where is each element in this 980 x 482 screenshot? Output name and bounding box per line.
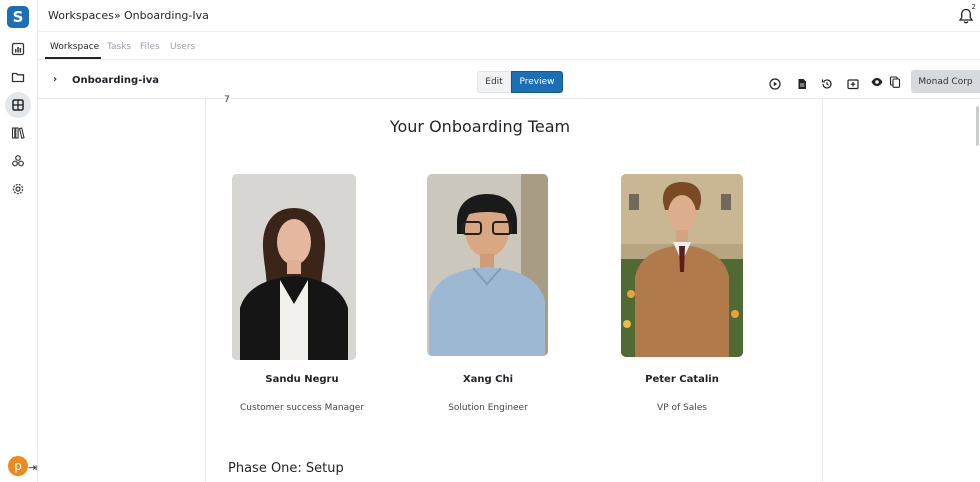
active-tab-indicator [45,57,101,59]
settings-icon[interactable] [8,179,28,199]
play-icon[interactable] [769,75,781,90]
preview-button[interactable]: Preview [511,71,563,93]
components-icon[interactable] [8,151,28,171]
team-heading: Your Onboarding Team [389,117,571,136]
tab-workspace[interactable]: Workspace [50,42,99,52]
member-photo-sandu [232,174,356,360]
member-name: Xang Chi [462,374,514,385]
tab-tasks[interactable]: Tasks [107,42,131,52]
organization-button[interactable]: Monad Corp [911,70,980,93]
document-icon[interactable] [796,75,808,89]
member-photo-peter [621,174,743,357]
breadcrumb-current: Onboarding-Iva [124,9,209,22]
app-logo[interactable]: S [7,6,29,28]
library-icon[interactable] [8,123,28,143]
member-role: Customer success Manager [239,403,365,413]
user-avatar[interactable]: p [8,456,28,476]
tab-files[interactable]: Files [140,42,160,52]
member-role: Solution Engineer [448,403,528,413]
phase-heading: Phase One: Setup [228,461,344,476]
vertical-scrollbar[interactable] [976,106,979,146]
breadcrumb-workspaces[interactable]: Workspaces [48,9,114,22]
breadcrumb-separator: » [114,9,121,22]
document-toolbar: › Onboarding-iva Edit Preview Monad Corp [38,61,980,99]
member-name: Peter Catalin [645,374,719,385]
add-page-icon[interactable] [847,75,859,90]
copy-icon[interactable] [889,73,901,88]
member-role: VP of Sales [657,403,707,413]
expand-chevron-icon[interactable]: › [53,74,57,85]
workspace-icon[interactable] [5,92,31,118]
collapse-sidebar-icon[interactable]: ⇥ [28,461,37,474]
stray-text-mark: 7 [224,95,230,105]
member-name: Sandu Negru [265,374,339,385]
folder-icon[interactable] [8,67,28,87]
left-sidebar: S p ⇥ [0,0,38,482]
document-page: 7 Your Onboarding Team Sandu Negru Custo… [205,95,823,482]
notification-count-badge: 2 [971,3,976,11]
edit-button[interactable]: Edit [477,71,511,93]
member-photo-xang [427,174,548,356]
dashboard-icon[interactable] [8,39,28,59]
tab-users[interactable]: Users [170,42,195,52]
eye-icon[interactable] [871,73,883,86]
workspace-tabs: Workspace Tasks Files Users [38,33,980,60]
top-header: Workspaces » Onboarding-Iva 2 [38,0,980,32]
history-icon[interactable] [821,75,833,89]
document-title: Onboarding-iva [72,75,160,86]
